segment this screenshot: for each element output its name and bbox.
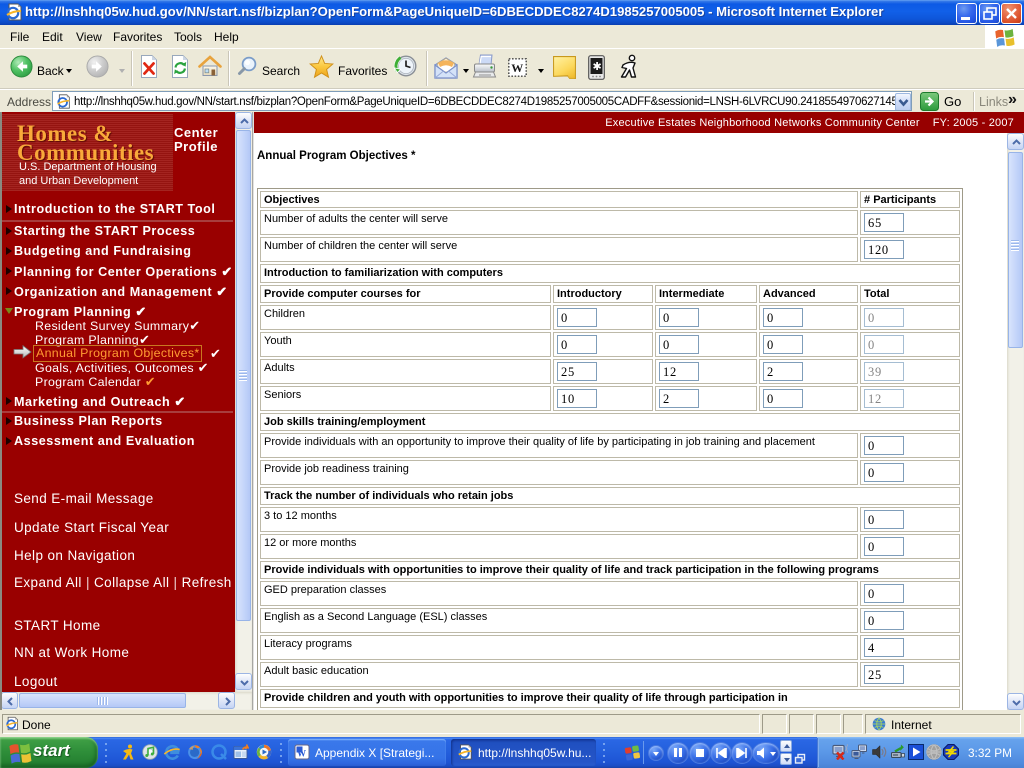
svg-text:W: W xyxy=(511,61,523,75)
svg-text:W: W xyxy=(297,749,306,759)
svg-text:✱: ✱ xyxy=(593,61,602,73)
